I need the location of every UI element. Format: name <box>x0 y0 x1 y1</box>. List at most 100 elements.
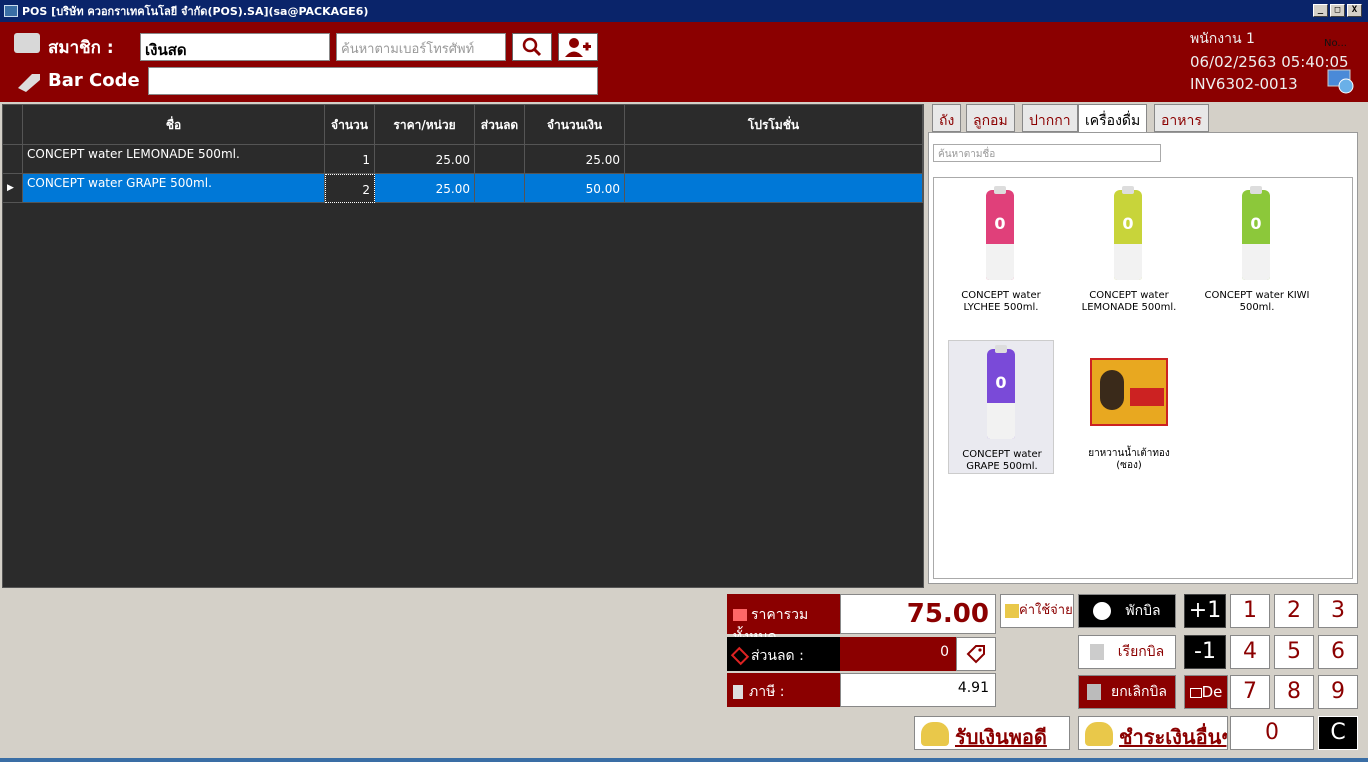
bottle-image: 0 <box>986 186 1014 280</box>
numpad-5[interactable]: 5 <box>1274 635 1314 669</box>
clear-button[interactable]: C <box>1318 716 1358 750</box>
numpad-4[interactable]: 4 <box>1230 635 1270 669</box>
discount-amount: 0 <box>840 637 956 671</box>
product-name: CONCEPT water LEMONADE 500ml. <box>1081 290 1177 313</box>
expense-button[interactable]: ค่าใช้จ่าย <box>1000 594 1074 628</box>
product-name: CONCEPT water GRAPE 500ml. <box>962 449 1042 472</box>
cell-qty[interactable]: 2 <box>325 174 375 203</box>
member-label: สมาชิก : <box>48 38 114 58</box>
discount-button[interactable] <box>956 637 996 671</box>
product-panel: ถัง ลูกอม ปากกา เครื่องดื่ม อาหาร ค้นหาต… <box>928 104 1358 584</box>
minus-one-button[interactable]: -1 <box>1184 635 1226 669</box>
cancel-bill-button[interactable]: ยกเลิกบิล <box>1078 675 1176 709</box>
cell-promotion <box>625 145 923 174</box>
product-name: CONCEPT water LYCHEE 500ml. <box>961 290 1041 313</box>
tab-candy[interactable]: ลูกอม <box>966 104 1015 132</box>
bottle-image: 0 <box>1114 186 1142 280</box>
backspace-icon <box>1189 687 1202 698</box>
row-pointer-icon: ▶ <box>3 174 23 203</box>
col-discount[interactable]: ส่วนลด <box>475 105 525 145</box>
numpad-7[interactable]: 7 <box>1230 675 1270 709</box>
table-row[interactable]: ▶ CONCEPT water GRAPE 500ml. 2 25.00 50.… <box>3 174 923 203</box>
product-item[interactable]: ยาหวานน้ำเต้าทอง (ซอง) <box>1076 340 1182 474</box>
network-label: No... <box>1324 38 1347 49</box>
numpad-1[interactable]: 1 <box>1230 594 1270 628</box>
tag-icon <box>730 646 750 666</box>
tab-food[interactable]: อาหาร <box>1154 104 1209 132</box>
tab-pen[interactable]: ปากกา <box>1022 104 1078 132</box>
recall-bill-button[interactable]: เรียกบิล <box>1078 635 1176 669</box>
discount-label: ส่วนลด : <box>727 637 841 671</box>
product-item[interactable]: 0 CONCEPT water KIWI 500ml. <box>1204 182 1310 316</box>
money-hand-icon <box>1085 722 1113 746</box>
numpad-6[interactable]: 6 <box>1318 635 1358 669</box>
close-button[interactable]: X <box>1347 4 1362 17</box>
col-name[interactable]: ชื่อ <box>23 105 325 145</box>
cancel-doc-icon <box>1087 684 1101 700</box>
hold-bill-button[interactable]: พักบิล <box>1078 594 1176 628</box>
window-title: POS [บริษัท ควอกราเทคโนโลยี จำกัด(POS).S… <box>22 5 369 18</box>
cell-unit-price: 25.00 <box>375 145 475 174</box>
add-member-button[interactable] <box>558 33 598 61</box>
numpad-2[interactable]: 2 <box>1274 594 1314 628</box>
member-card-icon <box>14 33 40 53</box>
bottom-border <box>0 758 1368 762</box>
col-unit-price[interactable]: ราคา/หน่วย <box>375 105 475 145</box>
total-label: ราคารวมทั้งหมด <box>727 594 841 645</box>
cell-discount <box>475 145 525 174</box>
cell-unit-price: 25.00 <box>375 174 475 203</box>
numpad-3[interactable]: 3 <box>1318 594 1358 628</box>
product-item[interactable]: 0 CONCEPT water LEMONADE 500ml. <box>1076 182 1182 316</box>
search-icon <box>522 37 542 57</box>
col-promotion[interactable]: โปรโมชั่น <box>625 105 923 145</box>
phone-search-input[interactable]: ค้นหาตามเบอร์โทรศัพท์ <box>336 33 506 61</box>
cash-register-icon <box>733 609 747 621</box>
product-item[interactable]: 0 CONCEPT water GRAPE 500ml. <box>948 340 1054 474</box>
cell-qty[interactable]: 1 <box>325 145 375 174</box>
edit-note-icon <box>1089 644 1104 660</box>
barcode-scanner-icon <box>14 68 44 92</box>
col-qty[interactable]: จำนวน <box>325 105 375 145</box>
table-row[interactable]: CONCEPT water LEMONADE 500ml. 1 25.00 25… <box>3 145 923 174</box>
maximize-button[interactable]: □ <box>1330 4 1345 17</box>
cell-amount: 25.00 <box>525 145 625 174</box>
product-search-input[interactable]: ค้นหาตามชื่อ <box>933 144 1161 162</box>
order-grid: ชื่อ จำนวน ราคา/หน่วย ส่วนลด จำนวนเงิน โ… <box>2 104 924 588</box>
barcode-label: Bar Code : <box>48 70 154 91</box>
member-field[interactable]: เงินสด <box>140 33 330 61</box>
pay-other-button[interactable]: ชำระเงินอื่นๆ <box>1078 716 1228 750</box>
employee-name: พนักงาน 1 <box>1190 31 1255 47</box>
cell-promotion <box>625 174 923 203</box>
bottle-image: 0 <box>987 345 1015 439</box>
product-name: CONCEPT water KIWI 500ml. <box>1204 290 1310 313</box>
header-bar: สมาชิก : เงินสด ค้นหาตามเบอร์โทรศัพท์ Ba… <box>0 22 1368 102</box>
minimize-button[interactable]: _ <box>1313 4 1328 17</box>
receipt-icon <box>733 685 743 699</box>
pause-icon <box>1093 602 1112 620</box>
delete-button[interactable]: De <box>1184 675 1228 709</box>
search-button[interactable] <box>512 33 552 61</box>
bottle-image: 0 <box>1242 186 1270 280</box>
tab-drinks[interactable]: เครื่องดื่ม <box>1078 104 1148 134</box>
tab-bucket[interactable]: ถัง <box>932 104 962 132</box>
col-amount[interactable]: จำนวนเงิน <box>525 105 625 145</box>
money-hand-icon <box>921 722 949 746</box>
price-tag-icon <box>966 645 985 664</box>
network-icon <box>1326 66 1356 96</box>
product-list: 0 CONCEPT water LYCHEE 500ml. 0 CONCEPT … <box>933 177 1353 579</box>
row-header[interactable] <box>3 145 23 174</box>
product-name: ยาหวานน้ำเต้าทอง (ซอง) <box>1088 448 1170 471</box>
numpad-9[interactable]: 9 <box>1318 675 1358 709</box>
product-item[interactable]: 0 CONCEPT water LYCHEE 500ml. <box>948 182 1054 316</box>
add-user-icon <box>565 38 591 57</box>
total-amount: 75.00 <box>840 594 996 634</box>
barcode-input[interactable] <box>148 67 598 95</box>
cell-name: CONCEPT water LEMONADE 500ml. <box>23 145 325 174</box>
plus-one-button[interactable]: +1 <box>1184 594 1226 628</box>
app-icon <box>4 5 18 17</box>
numpad-0[interactable]: 0 <box>1230 716 1314 750</box>
pay-exact-button[interactable]: รับเงินพอดี <box>914 716 1070 750</box>
numpad-8[interactable]: 8 <box>1274 675 1314 709</box>
datetime: 06/02/2563 05:40:05 <box>1190 53 1349 71</box>
tax-label: ภาษี : <box>727 673 841 707</box>
